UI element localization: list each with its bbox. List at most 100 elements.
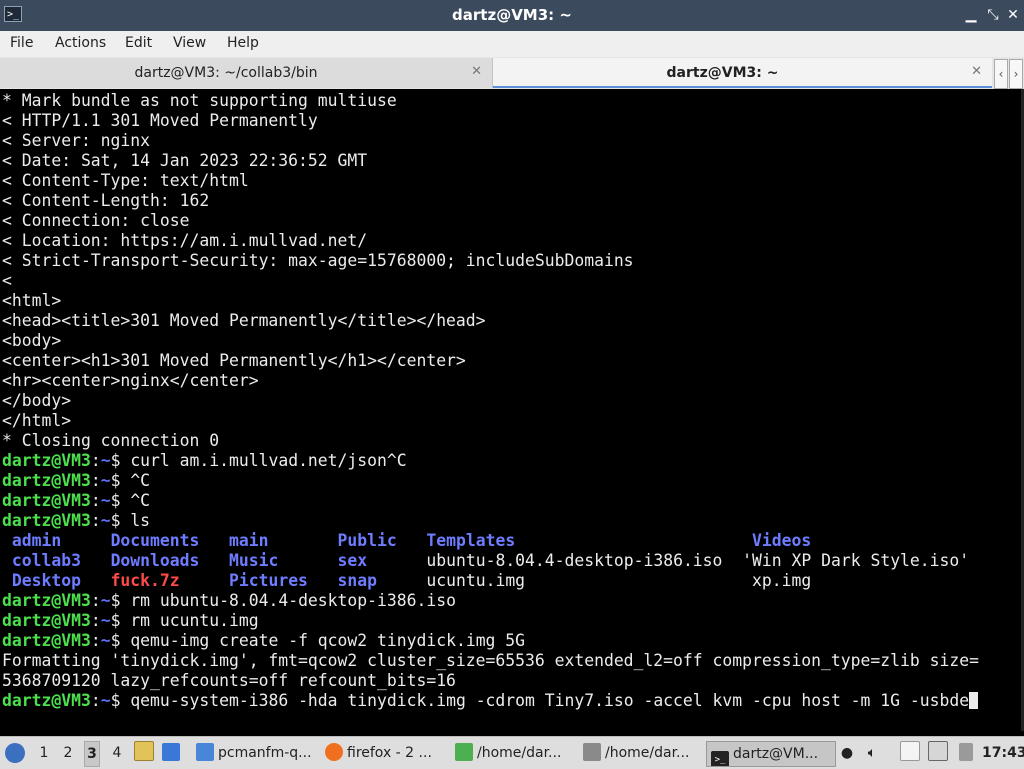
prompt-symbol: $ — [110, 511, 131, 530]
start-menu-icon[interactable] — [5, 741, 27, 765]
text-editor-icon — [455, 743, 473, 761]
restore-icon[interactable]: ⤡ — [984, 5, 1002, 25]
terminal-line: Desktop fuck.7z Pictures snap ucuntu.img… — [2, 571, 979, 591]
ls-directory: sex — [337, 551, 368, 570]
output-text: < Location: https://am.i.mullvad.net/ — [2, 231, 368, 250]
task-document[interactable]: /home/dar... — [579, 741, 705, 765]
tab-close-icon[interactable]: ✕ — [971, 64, 982, 79]
tab-scroll-left-icon[interactable]: ‹ — [994, 59, 1008, 89]
prompt-user: dartz@VM3 — [2, 511, 91, 530]
ls-file: 'Win XP Dark Style.iso' — [742, 551, 970, 570]
prompt-path: ~ — [100, 591, 111, 610]
output-text: < — [2, 271, 12, 290]
clipboard-icon[interactable] — [900, 741, 922, 765]
tab-scroll-right-icon[interactable]: › — [1009, 59, 1023, 89]
ls-directory: Templates — [426, 531, 516, 550]
prompt-path: ~ — [100, 631, 111, 650]
terminal-line: dartz@VM3:~$ rm ubuntu-8.04.4-desktop-i3… — [2, 591, 979, 611]
terminal-line: < — [2, 271, 979, 291]
ls-directory: Music — [228, 551, 279, 570]
menu-actions[interactable]: Actions — [55, 35, 106, 51]
tab-bar: dartz@VM3: ~/collab3/bin ✕ dartz@VM3: ~ … — [0, 57, 1024, 90]
taskbar: 1 2 3 4 pcmanfm-q... firefox - 2 ... /ho… — [0, 736, 1024, 769]
terminal-line: </html> — [2, 411, 979, 431]
task-firefox[interactable]: firefox - 2 ... — [321, 741, 449, 765]
menu-edit[interactable]: Edit — [125, 35, 152, 51]
task-label: /home/dar... — [605, 745, 690, 761]
workspace-4[interactable]: 4 — [110, 741, 124, 765]
output-text: < HTTP/1.1 301 Moved Permanently — [2, 111, 318, 130]
tab-close-icon[interactable]: ✕ — [471, 64, 482, 79]
prompt-user: dartz@VM3 — [2, 611, 91, 630]
output-text: < Date: Sat, 14 Jan 2023 22:36:52 GMT — [2, 151, 368, 170]
terminal-line: dartz@VM3:~$ ^C — [2, 471, 979, 491]
prompt-path: ~ — [100, 471, 111, 490]
workspace-1[interactable]: 1 — [37, 741, 51, 765]
clock[interactable]: 17:43 — [982, 741, 1024, 765]
workspace-3[interactable]: 3 — [84, 741, 100, 767]
ls-directory: snap — [337, 571, 378, 590]
ls-directory: Public — [337, 531, 397, 550]
ls-directory: collab3 — [11, 551, 81, 570]
prompt-path: ~ — [100, 611, 111, 630]
output-text: <html> — [2, 291, 62, 310]
terminal-line: <body> — [2, 331, 979, 351]
terminal-view[interactable]: * Mark bundle as not supporting multiuse… — [0, 89, 1024, 731]
workspace-2[interactable]: 2 — [61, 741, 75, 765]
ls-directory: main — [228, 531, 269, 550]
output-text: <center><h1>301 Moved Permanently</h1></… — [2, 351, 466, 370]
terminal-line: 5368709120 lazy_refcounts=off refcount_b… — [2, 671, 979, 691]
menu-file[interactable]: File — [10, 35, 33, 51]
ls-file: ucuntu.img — [426, 571, 526, 590]
command-text: rm ucuntu.img — [130, 611, 259, 630]
terminal-line: dartz@VM3:~$ curl am.i.mullvad.net/json^… — [2, 451, 979, 471]
ls-directory: admin — [11, 531, 62, 550]
show-desktop-icon[interactable] — [162, 741, 184, 765]
file-manager-launcher-icon[interactable] — [134, 741, 154, 765]
output-text: < Content-Type: text/html — [2, 171, 249, 190]
ls-directory: Downloads — [110, 551, 200, 570]
terminal-line: <hr><center>nginx</center> — [2, 371, 979, 391]
terminal-line: < Server: nginx — [2, 131, 979, 151]
screen-record-icon[interactable]: ● — [836, 741, 858, 765]
terminal-line: < Location: https://am.i.mullvad.net/ — [2, 231, 979, 251]
network-icon[interactable] — [928, 741, 950, 765]
task-text-editor[interactable]: /home/dar... — [451, 741, 577, 765]
document-icon — [583, 743, 601, 761]
ls-directory: Documents — [110, 531, 200, 550]
prompt-path: ~ — [100, 491, 111, 510]
prompt-user: dartz@VM3 — [2, 691, 91, 710]
prompt-sep: : — [90, 691, 101, 710]
output-text: <head><title>301 Moved Permanently</titl… — [2, 311, 486, 330]
prompt-sep: : — [90, 591, 101, 610]
window-titlebar[interactable]: >_ dartz@VM3: ~ ▁ ⤡ ✕ — [0, 0, 1024, 31]
task-pcmanfm[interactable]: pcmanfm-q... — [192, 741, 318, 765]
output-text: <hr><center>nginx</center> — [2, 371, 259, 390]
notifications-icon[interactable] — [956, 741, 978, 765]
task-terminal[interactable]: >_ dartz@VM... — [706, 741, 836, 767]
terminal-line: Formatting 'tinydick.img', fmt=qcow2 clu… — [2, 651, 979, 671]
tab-collab3-bin[interactable]: dartz@VM3: ~/collab3/bin ✕ — [0, 58, 493, 88]
terminal-line: dartz@VM3:~$ rm ucuntu.img — [2, 611, 979, 631]
terminal-line: * Closing connection 0 — [2, 431, 979, 451]
ls-archive: fuck.7z — [110, 571, 180, 590]
terminal-line: <html> — [2, 291, 979, 311]
command-text: ls — [130, 511, 151, 530]
tab-home[interactable]: dartz@VM3: ~ ✕ — [493, 58, 992, 88]
close-icon[interactable]: ✕ — [1004, 5, 1022, 25]
menu-help[interactable]: Help — [227, 35, 259, 51]
prompt-sep: : — [90, 471, 101, 490]
command-text: ^C — [130, 491, 151, 510]
prompt-symbol: $ — [110, 471, 131, 490]
firefox-icon — [325, 743, 343, 761]
prompt-path: ~ — [100, 511, 111, 530]
terminal-line: dartz@VM3:~$ ls — [2, 511, 979, 531]
terminal-line: * Mark bundle as not supporting multiuse — [2, 91, 979, 111]
prompt-sep: : — [90, 491, 101, 510]
window-title: dartz@VM3: ~ — [452, 6, 572, 24]
volume-icon[interactable]: 🔈︎ — [862, 741, 882, 765]
menu-view[interactable]: View — [173, 35, 206, 51]
terminal-line: admin Documents main Public Templates Vi… — [2, 531, 979, 551]
task-label: firefox - 2 ... — [347, 745, 432, 761]
minimize-icon[interactable]: ▁ — [962, 5, 980, 25]
